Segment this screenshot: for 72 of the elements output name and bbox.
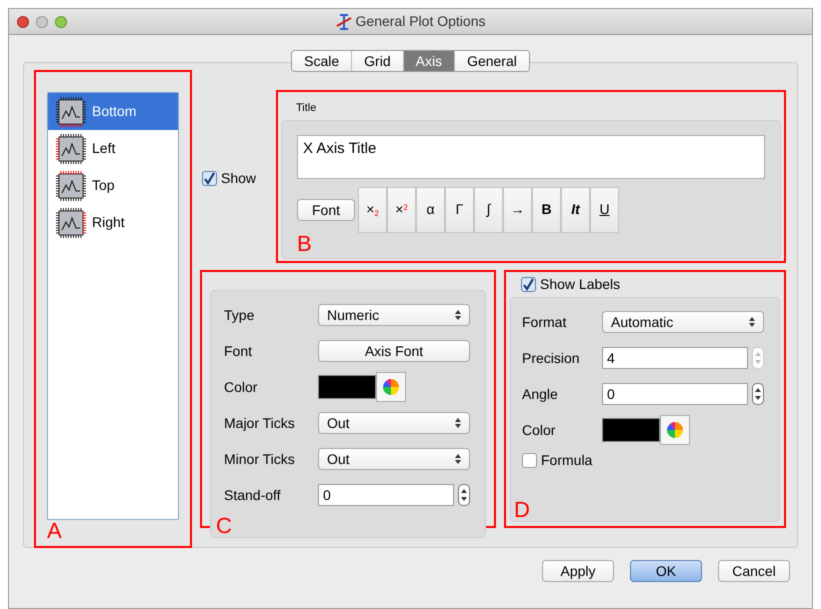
app-icon xyxy=(336,14,352,30)
checkmark-icon xyxy=(203,172,216,185)
show-labels-checkbox[interactable]: Show Labels xyxy=(521,274,780,295)
dropdown[interactable]: Automatic xyxy=(602,311,764,333)
field-label: Format xyxy=(522,312,568,332)
tab[interactable]: Axis xyxy=(404,51,456,71)
dialog-button[interactable]: Cancel xyxy=(718,560,790,582)
updown-icon xyxy=(461,489,467,501)
show-checkbox[interactable]: Show xyxy=(202,168,266,189)
tab[interactable]: Scale xyxy=(292,51,352,71)
field-label: Angle xyxy=(522,384,559,404)
field-label: Precision xyxy=(522,348,581,368)
axis-list-item[interactable]: Left xyxy=(48,130,178,167)
tab[interactable]: Grid xyxy=(352,51,404,71)
field-label: Major Ticks xyxy=(224,414,296,433)
group-title: Title xyxy=(295,101,318,116)
color-swatch[interactable] xyxy=(318,375,376,399)
checkmark-icon xyxy=(522,278,535,291)
annotation-letter: C xyxy=(216,515,232,537)
color-swatch[interactable] xyxy=(602,418,660,442)
axis-list-item[interactable]: Top xyxy=(48,167,178,204)
dialog-button[interactable]: OK xyxy=(630,560,702,582)
updown-icon xyxy=(749,317,755,327)
dialog-button[interactable]: Apply xyxy=(542,560,614,582)
number-field[interactable]: 0 xyxy=(602,383,748,405)
updown-icon xyxy=(455,310,461,320)
axis-icon xyxy=(56,208,86,238)
color-picker-button[interactable] xyxy=(376,372,406,402)
tab[interactable]: General xyxy=(455,51,529,71)
annotation-letter: D xyxy=(514,499,530,521)
title-field[interactable]: X Axis Title xyxy=(297,134,765,178)
axis-font-button[interactable]: Axis Font xyxy=(318,340,470,362)
field-label: Minor Ticks xyxy=(224,450,296,468)
field-label: Color xyxy=(522,420,556,440)
stepper[interactable] xyxy=(458,484,470,506)
updown-icon xyxy=(755,352,761,364)
font-button[interactable]: Font xyxy=(297,198,356,220)
format-button[interactable]: Γ xyxy=(445,186,474,232)
format-button[interactable]: → xyxy=(503,186,532,232)
close-button[interactable] xyxy=(17,16,29,28)
color-picker-button[interactable] xyxy=(660,415,690,445)
annotation-letter: B xyxy=(297,233,313,255)
axis-icon xyxy=(56,170,86,200)
dropdown[interactable]: Out xyxy=(318,448,470,470)
color-wheel-icon xyxy=(382,378,400,396)
field-label: Color xyxy=(224,378,258,396)
axis-list-item[interactable]: Bottom xyxy=(48,93,178,130)
formula-checkbox[interactable]: Formula xyxy=(522,450,764,471)
axis-list-item[interactable]: Right xyxy=(48,204,178,241)
axis-icon xyxy=(56,96,86,126)
format-button[interactable]: B xyxy=(532,186,562,232)
dropdown[interactable]: Out xyxy=(318,412,470,434)
zoom-button[interactable] xyxy=(55,16,67,28)
window-title: General Plot Options xyxy=(356,12,486,31)
updown-icon xyxy=(455,418,461,428)
updown-icon xyxy=(455,454,461,464)
axis-icon xyxy=(56,134,86,164)
annotation-letter: A xyxy=(47,520,62,542)
format-button[interactable]: ×$^{2}$ xyxy=(387,186,416,232)
number-field[interactable]: 0 xyxy=(318,484,454,506)
field-label: Type xyxy=(224,306,256,325)
color-wheel-icon xyxy=(666,421,684,439)
format-button[interactable]: U xyxy=(590,186,620,232)
field-label: Font xyxy=(224,342,254,360)
updown-icon xyxy=(755,388,761,400)
format-button[interactable]: ∫ xyxy=(474,186,504,232)
format-button[interactable]: It xyxy=(561,186,590,232)
format-button[interactable]: ×$_{2}$ xyxy=(358,186,388,232)
field-label: Stand-off xyxy=(224,486,282,504)
dropdown[interactable]: Numeric xyxy=(318,304,470,326)
format-button[interactable]: α xyxy=(416,186,446,232)
stepper[interactable] xyxy=(752,383,764,405)
